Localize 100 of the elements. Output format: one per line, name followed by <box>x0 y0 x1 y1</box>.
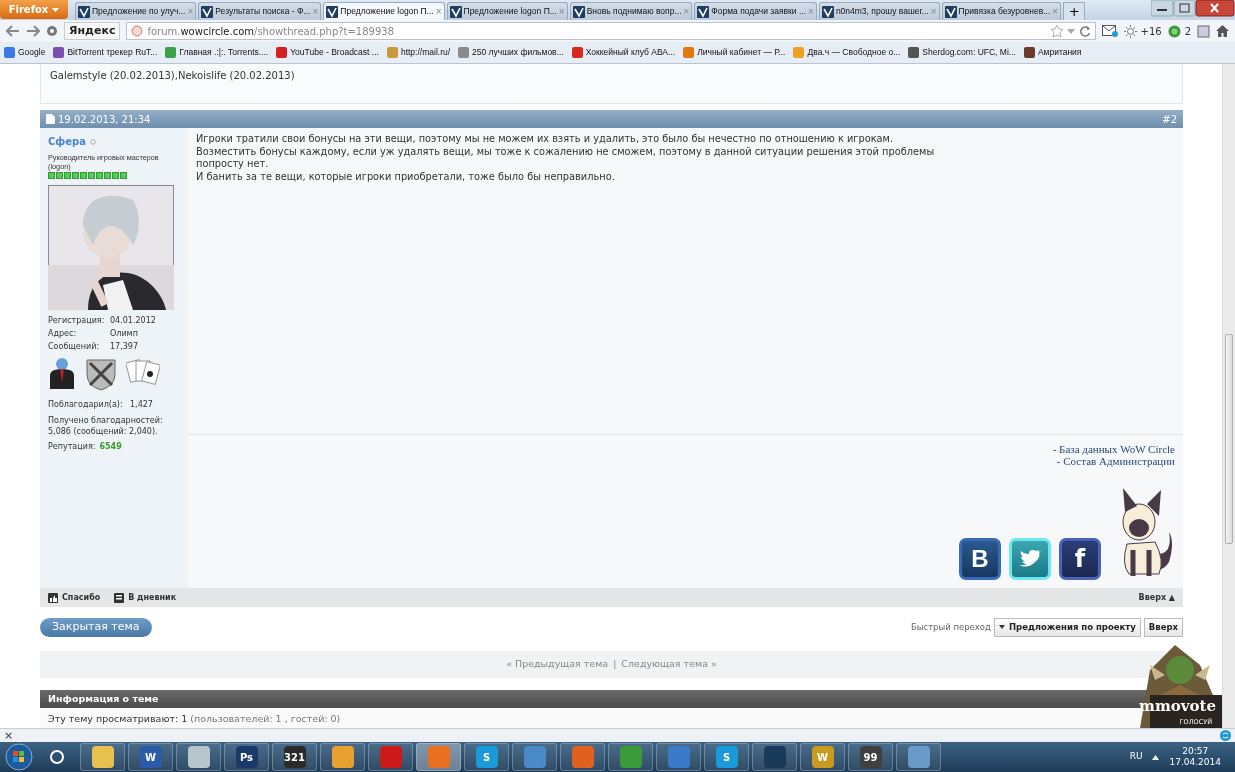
viewers-text: Эту тему просматривают: 1 (пользователей: 1 , гостей: 0) <box>48 712 342 726</box>
businessman-icon <box>48 357 76 389</box>
banner-title[interactable]: mmovote <box>1139 699 1216 714</box>
stat-label: Сообщений: <box>48 341 101 353</box>
thanks-button[interactable]: Спасибо <box>48 591 101 604</box>
taskbar-app-button[interactable] <box>320 743 365 771</box>
close-button[interactable]: × <box>4 730 14 741</box>
taskbar-app-button[interactable] <box>80 743 125 771</box>
dropdown-icon[interactable] <box>1066 28 1075 34</box>
taskbar-app-button[interactable] <box>752 743 797 771</box>
browser-tab[interactable]: Вновь поднимаю вопр... × <box>569 2 693 20</box>
thanks-received: Получено благодарностей: 5,086 (сообщений: 2,040). <box>48 415 164 437</box>
back-to-top-link[interactable]: Вверх ▲ <box>1138 591 1175 604</box>
stat-label: Поблагодарил(а): <box>48 399 124 411</box>
search-engine-label[interactable]: Яндекс <box>64 22 121 40</box>
taskbar-app-button[interactable] <box>176 743 221 771</box>
site-icon <box>821 5 834 18</box>
tray-arrow-icon[interactable] <box>1152 754 1160 760</box>
thumb-icon <box>48 592 58 603</box>
home-icon[interactable] <box>1216 25 1229 37</box>
site-icon <box>572 5 585 18</box>
stat-label: Регистрация: <box>48 315 106 327</box>
sun-icon[interactable] <box>1123 24 1137 38</box>
site-icon <box>944 5 957 18</box>
closed-thread-button[interactable]: Закрытая тема <box>40 617 152 637</box>
language-indicator[interactable]: RU <box>1129 750 1143 764</box>
start-button[interactable] <box>4 743 34 771</box>
browser-tab[interactable]: Предложение logon П... × <box>323 2 445 20</box>
caret-icon <box>998 625 1005 629</box>
signature-link[interactable]: - База данных WoW Circle <box>1052 443 1175 455</box>
book-icon <box>114 592 125 603</box>
stat-label: Адрес: <box>48 328 78 340</box>
facebook-button[interactable]: f <box>1059 538 1101 580</box>
scroll-thumb[interactable] <box>1225 334 1233 544</box>
star-icon[interactable] <box>1050 25 1063 37</box>
twitter-button[interactable] <box>1009 538 1051 580</box>
user-link[interactable]: Nekoislife <box>177 70 227 81</box>
forward-icon[interactable] <box>26 25 40 37</box>
mail-icon[interactable] <box>1101 25 1118 37</box>
bird-icon <box>1019 550 1041 568</box>
bookmark-link[interactable]: Sherdog.com: UFC, Mi... <box>908 46 1016 59</box>
site-icon <box>449 5 462 18</box>
browser-tab[interactable]: n0n4m3, прошу вашег... × <box>818 2 940 20</box>
bookmark-link[interactable]: BitTorrent трекер RuT... <box>53 46 158 59</box>
taskbar-app-button[interactable]: 321 <box>272 743 317 771</box>
extension-icon[interactable] <box>46 25 58 37</box>
bookmark-link[interactable]: YouTube - Broadcast ... <box>276 46 379 59</box>
bookmark-link[interactable]: Амритания <box>1023 46 1082 59</box>
shield-icon <box>84 357 118 391</box>
site-icon <box>697 5 710 18</box>
bookmark-link[interactable]: Хоккейный клуб АВА... <box>571 46 676 59</box>
post-text: Игроки тратили свои бонусы на эти вещи, поэтому мы не можем их взять и удалить, это было бы нечестно по отношению к игрокам. <box>196 133 895 146</box>
reputation-value: 6549 <box>99 441 122 453</box>
browser-tab[interactable]: Предложение logon П... × <box>446 2 568 20</box>
browser-tab[interactable]: Предложение по улуч... × <box>75 2 197 20</box>
stat-value: Олимп <box>110 328 138 340</box>
bookmark-link[interactable]: http://mail.ru/ <box>386 46 451 59</box>
bookmark-link[interactable]: Google <box>4 46 46 59</box>
app-icon: S <box>475 746 498 768</box>
bookmark-link[interactable]: Два.ч — Свободное о... <box>793 46 901 59</box>
browser-tab[interactable]: Форма подачи заявки ... × <box>694 2 817 20</box>
bookmark-link[interactable]: 250 лучших фильмов... <box>458 46 564 59</box>
post-date: 19.02.2013, 21:34 <box>58 112 152 127</box>
new-tab-button[interactable]: + <box>1063 2 1086 20</box>
extension-count: +16 <box>1140 24 1162 39</box>
browser-tab[interactable]: Привязка безуровнев... × <box>941 2 1062 20</box>
vk-button[interactable]: B <box>959 538 1001 580</box>
app-icon: W <box>139 746 162 768</box>
playing-cards-icon <box>126 357 160 387</box>
taskbar-app-button[interactable] <box>512 743 557 771</box>
bookmark-link[interactable]: Личный кабинет — Р... <box>683 46 786 59</box>
taskbar-app-button[interactable]: Ps <box>224 743 269 771</box>
stat-value: 04.01.2012 <box>110 315 156 327</box>
taskbar-app-button[interactable] <box>896 743 941 771</box>
taskbar-app-button[interactable] <box>368 743 413 771</box>
separator: | <box>613 657 617 672</box>
tab-close-button[interactable]: × <box>435 6 442 17</box>
signature-link[interactable]: - Состав Администрации <box>1056 455 1175 467</box>
diary-button[interactable]: В дневник <box>114 591 177 604</box>
thanks-date: (20.02.2013) <box>228 70 295 81</box>
user-link[interactable]: Galemstyle <box>50 70 107 81</box>
clock-time[interactable]: 20:57 <box>1169 746 1221 757</box>
taskbar-app-button[interactable] <box>560 743 605 771</box>
clock-date[interactable]: 17.04.2014 <box>1169 757 1221 768</box>
go-button[interactable]: Вверх <box>1143 617 1183 637</box>
status-icon[interactable] <box>1167 24 1181 38</box>
address-field[interactable]: forum.wowcircle.com/showthread.php?t=189938 <box>126 22 1096 40</box>
taskbar-app-button[interactable] <box>608 743 653 771</box>
stat-value: 1,427 <box>130 399 153 411</box>
forum-select[interactable]: Предложения по проекту <box>993 617 1141 637</box>
back-icon[interactable] <box>6 25 20 37</box>
taskbar-app-button[interactable] <box>656 743 701 771</box>
reload-icon[interactable] <box>1078 25 1091 37</box>
taskbar-app-button[interactable]: W <box>128 743 173 771</box>
scrollbar[interactable] <box>1222 64 1235 728</box>
bookmark-link[interactable]: Главная .:|:. Torrents.... <box>165 46 269 59</box>
taskbar-app-button[interactable]: 99 <box>848 743 893 771</box>
browser-tab[interactable]: Результаты поиска - Ф... × <box>198 2 322 20</box>
site-icon <box>78 5 90 18</box>
app-icon: W <box>811 746 834 768</box>
